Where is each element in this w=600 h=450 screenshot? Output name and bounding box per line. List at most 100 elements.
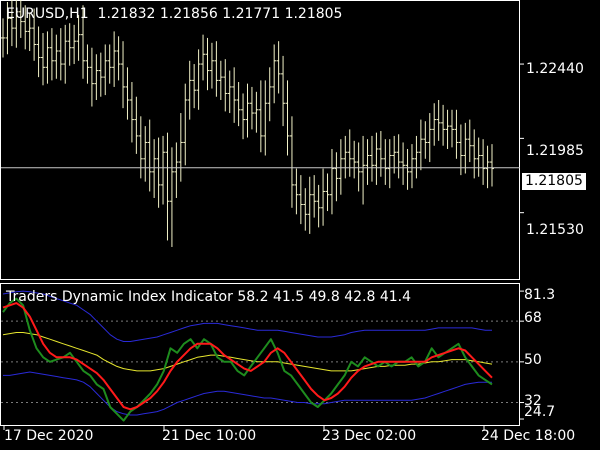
price-bar — [334, 152, 339, 202]
price-bar — [365, 139, 370, 185]
price-bar — [321, 168, 326, 226]
price-bar — [58, 28, 63, 81]
price-bar — [98, 52, 103, 97]
price-bar — [409, 144, 414, 189]
price-bar — [463, 122, 468, 174]
price-bar — [45, 31, 50, 84]
price-bar — [152, 139, 157, 198]
price-bar — [112, 31, 117, 87]
price-bar — [405, 148, 410, 190]
price-bar — [436, 99, 441, 141]
price-bar — [267, 67, 272, 122]
price-bar — [481, 139, 486, 185]
price-bar — [249, 86, 254, 130]
price-bar — [54, 34, 59, 79]
indicator-axis-label: 81.3 — [524, 287, 556, 303]
price-bar — [472, 129, 477, 179]
price-bar — [427, 113, 432, 163]
price-bar — [338, 139, 343, 195]
tdi-line-blue-lower — [3, 371, 492, 416]
price-bar — [192, 64, 197, 109]
price-bar — [343, 135, 348, 179]
price-bar — [143, 126, 148, 182]
price-bar — [107, 44, 112, 84]
price-bar — [294, 168, 299, 215]
time-axis-label: 24 Dec 18:00 — [481, 428, 576, 444]
price-axis-label: 1.22440 — [526, 61, 584, 77]
ohlc-values: 1.21832 1.21856 1.21771 1.21805 — [97, 6, 343, 22]
price-bar — [116, 36, 121, 81]
price-bar — [312, 175, 317, 218]
tdi-line-red — [2, 302, 493, 411]
price-bar — [67, 23, 72, 66]
price-bar — [329, 148, 334, 215]
price-bar — [467, 119, 472, 163]
price-bar — [125, 67, 130, 120]
price-bar — [369, 135, 374, 182]
price-bar — [378, 131, 383, 177]
price-bar — [258, 80, 263, 153]
chart-terminal — [0, 0, 524, 430]
price-bar — [156, 137, 161, 208]
price-bar — [174, 142, 179, 198]
price-bar — [454, 109, 459, 159]
price-pane-title: EURUSD,H1 1.21832 1.21856 1.21771 1.2180… — [6, 6, 342, 22]
price-bar — [241, 93, 246, 140]
price-bar — [307, 176, 312, 234]
price-bar — [227, 70, 232, 114]
time-axis-label: 21 Dec 10:00 — [162, 428, 257, 444]
price-bar — [476, 137, 481, 177]
current-price-tag: 1.21805 — [522, 173, 586, 190]
price-bar — [72, 24, 77, 65]
price-bar — [281, 55, 286, 127]
price-bar — [414, 135, 419, 179]
price-bar — [183, 83, 188, 166]
price-bar — [94, 54, 99, 100]
price-bar — [214, 41, 219, 97]
price-bar — [485, 145, 490, 189]
symbol-timeframe: EURUSD,H1 — [6, 6, 89, 22]
price-bar — [245, 83, 250, 138]
price-bar — [218, 60, 223, 100]
price-bar — [178, 113, 183, 182]
time-axis-label: 23 Dec 02:00 — [322, 428, 417, 444]
price-bar — [201, 34, 206, 81]
price-bar — [445, 109, 450, 149]
price-bar — [63, 24, 68, 84]
price-bar — [165, 132, 170, 241]
price-axis-label: 1.21530 — [526, 222, 584, 238]
price-bar — [196, 49, 201, 110]
price-bar — [129, 82, 134, 143]
price-bar — [223, 59, 228, 112]
price-bar — [103, 44, 108, 96]
price-bar — [352, 140, 357, 179]
price-bar — [361, 135, 366, 205]
price-bar — [134, 96, 139, 154]
price-bar — [396, 134, 401, 179]
price-bar — [169, 147, 174, 247]
price-bar — [432, 103, 437, 146]
indicator-axis-label: 24.7 — [524, 404, 556, 420]
price-bar — [325, 173, 330, 212]
price-bar — [401, 142, 406, 185]
price-bar — [347, 129, 352, 177]
price-bar — [89, 47, 94, 107]
price-bar — [418, 119, 423, 171]
price-bar — [423, 121, 428, 159]
price-bar — [147, 119, 152, 192]
price-bar — [441, 104, 446, 146]
price-bar — [236, 82, 241, 127]
price-bar — [41, 33, 46, 86]
price-bar — [49, 28, 54, 81]
price-bar — [303, 188, 308, 231]
price-bar — [374, 132, 379, 185]
indicator-title: Traders Dynamic Index Indicator 58.2 41.… — [6, 289, 411, 305]
price-bar — [449, 109, 454, 148]
price-bar — [232, 67, 237, 123]
price-bar — [121, 41, 126, 109]
axis-ticks — [3, 63, 524, 430]
indicator-lines — [2, 290, 493, 422]
price-bar — [276, 41, 281, 94]
price-bar — [298, 175, 303, 225]
price-bar — [138, 116, 143, 179]
